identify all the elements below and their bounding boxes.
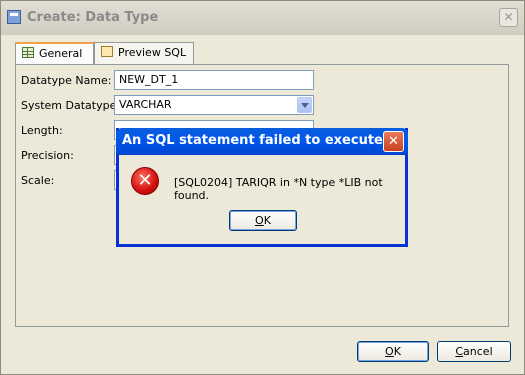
ok-button[interactable]: OK xyxy=(357,341,429,362)
system-datatype-select[interactable]: VARCHAR xyxy=(114,95,314,115)
ok-mnemonic: O xyxy=(385,345,394,358)
cancel-label: ancel xyxy=(463,345,493,358)
system-datatype-value: VARCHAR xyxy=(119,98,172,111)
datatype-name-label: Datatype Name: xyxy=(21,74,112,87)
window-titlebar[interactable]: Create: Data Type ✕ xyxy=(1,1,524,35)
app-icon xyxy=(7,10,21,24)
sql-error-dialog: An SQL statement failed to execute. ✕ ✕ … xyxy=(116,128,408,247)
length-label: Length: xyxy=(21,124,63,137)
tab-general-label: General xyxy=(39,47,83,60)
error-icon: ✕ xyxy=(131,167,159,195)
datatype-name-value: NEW_DT_1 xyxy=(119,73,179,86)
tab-general[interactable]: General xyxy=(15,42,94,65)
error-ok-label: K xyxy=(263,214,271,227)
ok-label: K xyxy=(393,345,401,358)
error-message: [SQL0204] TARIQR in *N type *LIB not fou… xyxy=(174,176,383,202)
error-dialog-title: An SQL statement failed to execute. xyxy=(122,133,388,148)
chevron-down-icon[interactable] xyxy=(297,97,312,113)
tab-preview-sql-label: Preview SQL xyxy=(118,46,187,59)
error-dialog-titlebar[interactable]: An SQL statement failed to execute. ✕ xyxy=(116,128,408,155)
window-close-button[interactable]: ✕ xyxy=(499,8,518,27)
cancel-button[interactable]: Cancel xyxy=(437,341,511,362)
datatype-name-field[interactable]: NEW_DT_1 xyxy=(114,70,314,90)
grid-icon xyxy=(22,47,34,58)
cancel-mnemonic: C xyxy=(455,345,464,358)
scale-label: Scale: xyxy=(21,174,55,187)
sql-icon xyxy=(101,46,113,57)
system-datatype-label: System Datatype: xyxy=(21,99,121,112)
precision-label: Precision: xyxy=(21,149,74,162)
error-ok-mnemonic: O xyxy=(255,214,264,227)
error-dialog-close-button[interactable]: ✕ xyxy=(383,131,404,152)
error-ok-button[interactable]: OK xyxy=(229,210,297,231)
window-title: Create: Data Type xyxy=(27,10,159,25)
tab-preview-sql[interactable]: Preview SQL xyxy=(94,42,194,64)
